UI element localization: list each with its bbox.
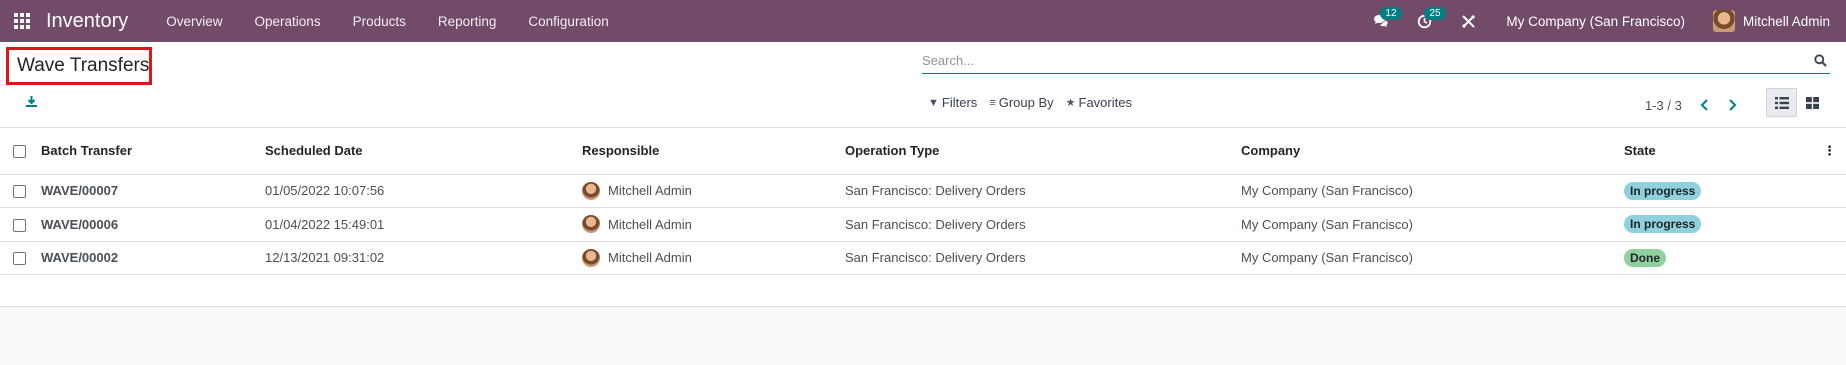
messages-icon[interactable]: 12 [1358, 0, 1402, 42]
company-switcher[interactable]: My Company (San Francisco) [1490, 14, 1701, 29]
batch-transfer-cell: WAVE/00006 [41, 216, 119, 232]
column-header-responsible[interactable]: Responsible [582, 128, 845, 174]
company-cell: My Company (San Francisco) [1241, 183, 1413, 199]
company-cell: My Company (San Francisco) [1241, 250, 1413, 266]
download-icon[interactable] [22, 92, 40, 110]
responsible-name: Mitchell Admin [608, 250, 692, 266]
state-cell: In progress [1624, 174, 1811, 208]
group-by-button[interactable]: ≡ Group By [989, 95, 1053, 110]
row-checkbox[interactable] [13, 218, 26, 232]
kanban-view-icon[interactable] [1797, 88, 1828, 117]
menu-reporting[interactable]: Reporting [422, 0, 513, 42]
batch-transfer-cell: WAVE/00007 [41, 183, 119, 199]
column-header-batch-transfer[interactable]: Batch Transfer [41, 128, 265, 174]
state-badge: In progress [1624, 215, 1702, 234]
row-checkbox[interactable] [13, 252, 26, 266]
responsible-name: Mitchell Admin [608, 216, 692, 232]
responsible-cell: Mitchell Admin [582, 174, 845, 208]
column-header-operation-type[interactable]: Operation Type [845, 128, 1241, 174]
pager-value[interactable]: 1-3 / 3 [1645, 98, 1682, 113]
table-row[interactable]: WAVE/00006 01/04/2022 15:49:01 Mitchell … [0, 208, 1846, 242]
activities-icon[interactable]: 25 [1402, 0, 1446, 42]
filter-icon: ▼ [928, 96, 939, 109]
table-row[interactable]: WAVE/00007 01/05/2022 10:07:56 Mitchell … [0, 174, 1846, 208]
table-row[interactable]: WAVE/00002 12/13/2021 09:31:02 Mitchell … [0, 241, 1846, 275]
responsible-avatar [582, 215, 600, 234]
page-title: Wave Transfers [6, 47, 152, 85]
batch-transfer-cell: WAVE/00002 [41, 250, 119, 266]
list-view: Batch Transfer Scheduled Date Responsibl… [0, 128, 1846, 307]
column-header-scheduled-date[interactable]: Scheduled Date [265, 128, 582, 174]
user-name: Mitchell Admin [1742, 13, 1830, 29]
wave-transfers-table: Batch Transfer Scheduled Date Responsibl… [0, 128, 1846, 275]
scheduled-date-cell: 01/05/2022 10:07:56 [265, 183, 385, 199]
responsible-cell: Mitchell Admin [582, 208, 845, 242]
list-view-icon[interactable] [1766, 88, 1797, 117]
responsible-avatar [582, 181, 600, 200]
activities-count-badge: 25 [1424, 7, 1446, 20]
search-bar [922, 48, 1830, 74]
filters-label: Filters [941, 95, 978, 110]
company-cell: My Company (San Francisco) [1241, 216, 1413, 232]
filters-button[interactable]: ▼ Filters [928, 95, 977, 110]
control-panel: Wave Transfers ▼ Filters ≡ Group By ★ Fa… [0, 42, 1846, 128]
responsible-avatar [582, 248, 600, 267]
menu-configuration[interactable]: Configuration [512, 0, 624, 42]
user-avatar [1712, 10, 1735, 32]
group-by-label: Group By [998, 95, 1054, 110]
pager-next-icon[interactable] [1722, 94, 1744, 116]
responsible-cell: Mitchell Admin [582, 241, 845, 275]
favorites-button[interactable]: ★ Favorites [1066, 95, 1132, 110]
app-switcher-icon[interactable] [0, 0, 44, 42]
menu-products[interactable]: Products [337, 0, 422, 42]
favorites-label: Favorites [1078, 95, 1132, 110]
select-all-checkbox[interactable] [13, 145, 26, 159]
operation-type-cell: San Francisco: Delivery Orders [845, 216, 1026, 232]
scheduled-date-cell: 01/04/2022 15:49:01 [265, 216, 385, 232]
state-cell: In progress [1624, 208, 1811, 242]
state-badge: Done [1624, 248, 1666, 267]
scheduled-date-cell: 12/13/2021 09:31:02 [265, 250, 385, 266]
operation-type-cell: San Francisco: Delivery Orders [845, 183, 1026, 199]
app-name[interactable]: Inventory [46, 10, 128, 33]
top-navbar: Inventory Overview Operations Products R… [0, 0, 1846, 42]
row-checkbox[interactable] [13, 185, 26, 199]
operation-type-cell: San Francisco: Delivery Orders [845, 250, 1026, 266]
state-cell: Done [1624, 241, 1811, 275]
responsible-name: Mitchell Admin [608, 183, 692, 199]
column-header-company[interactable]: Company [1241, 128, 1624, 174]
pager-previous-icon[interactable] [1694, 94, 1716, 116]
group-by-icon: ≡ [989, 96, 996, 109]
messages-count-badge: 12 [1380, 7, 1402, 20]
menu-overview[interactable]: Overview [150, 0, 238, 42]
tools-icon[interactable] [1446, 0, 1490, 42]
menu-operations[interactable]: Operations [239, 0, 337, 42]
state-badge: In progress [1624, 181, 1702, 200]
pager: 1-3 / 3 [1645, 94, 1750, 116]
star-icon: ★ [1065, 97, 1076, 109]
column-header-state[interactable]: State [1624, 128, 1811, 174]
search-options: ▼ Filters ≡ Group By ★ Favorites [928, 95, 1144, 110]
view-switcher [1766, 88, 1828, 117]
search-input[interactable] [922, 53, 1810, 68]
table-header-row: Batch Transfer Scheduled Date Responsibl… [0, 128, 1846, 174]
user-menu[interactable]: Mitchell Admin [1701, 10, 1846, 32]
optional-columns-kebab-icon[interactable]: ⋮ [1811, 128, 1846, 174]
search-icon[interactable] [1810, 51, 1830, 71]
